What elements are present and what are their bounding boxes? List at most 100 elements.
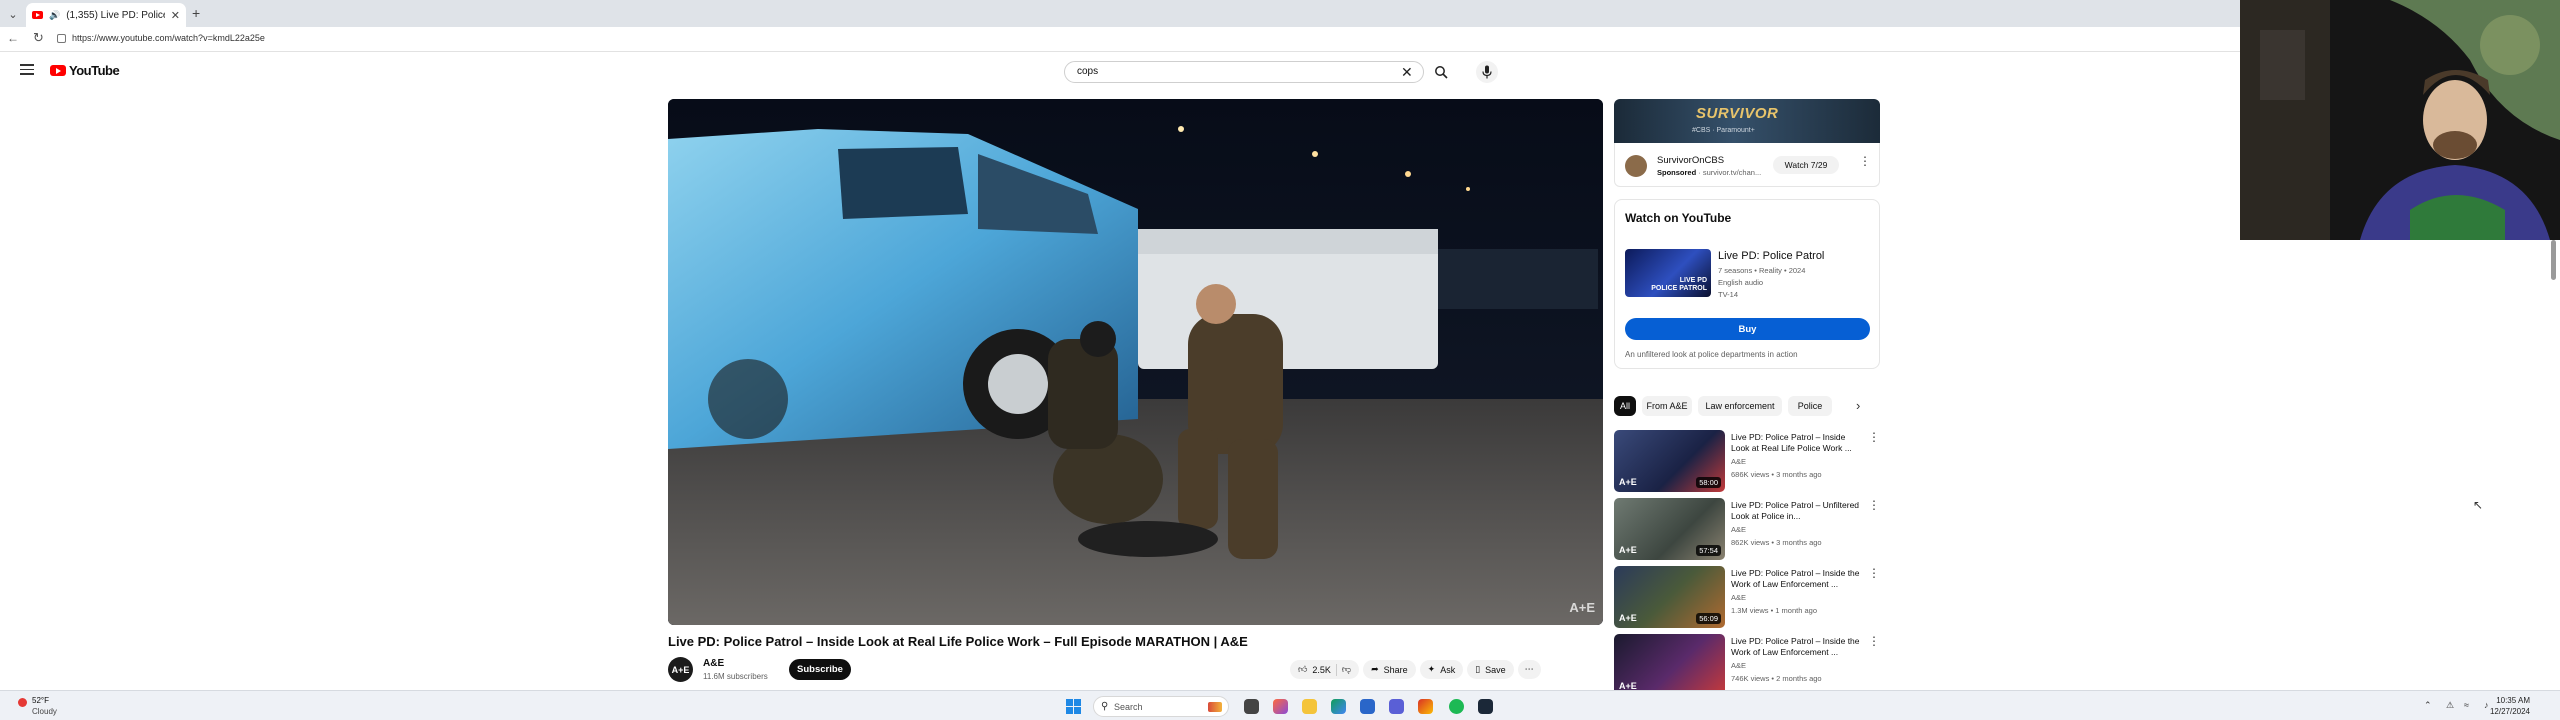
recommendation-thumbnail[interactable]: A+E 58:00 [1614,430,1725,492]
recommendation-thumbnail[interactable]: A+E [1614,634,1725,696]
chip-police[interactable]: Police [1788,396,1832,416]
task-view-icon[interactable] [1244,699,1259,714]
voice-search-button[interactable] [1476,61,1498,83]
widgets-app-icon[interactable] [1273,699,1288,714]
ad-channel-name[interactable]: SurvivorOnCBS [1657,155,1724,166]
new-tab-plus-icon[interactable]: + [192,5,200,21]
search-button[interactable] [1430,63,1452,81]
speaker-icon[interactable]: 🔊 [49,10,60,21]
share-button[interactable]: ➦ Share [1363,660,1416,679]
steam-app-icon[interactable] [1478,699,1493,714]
recommendation-title[interactable]: Live PD: Police Patrol – Inside the Work… [1731,636,1863,658]
recommendation-item[interactable]: A+E 58:00 Live PD: Police Patrol – Insid… [1614,430,1880,496]
search-input[interactable]: cops ✕ [1064,61,1424,83]
recommendation-meta: 686K views • 3 months ago [1731,470,1822,479]
tray-overflow-icon[interactable]: ⌃ [2424,700,2432,711]
mail-app-icon[interactable] [1360,699,1375,714]
ad-watch-button[interactable]: Watch 7/29 [1773,156,1839,174]
share-label: Share [1383,664,1408,675]
tab-title: (1,355) Live PD: Police Patrol - [66,9,165,21]
recommendation-thumbnail[interactable]: A+E 56:09 [1614,566,1725,628]
watch-on-youtube-heading: Watch on YouTube [1625,211,1732,225]
search-query[interactable]: cops [1077,66,1098,77]
video-duration: 58:00 [1696,477,1721,488]
ad-more-vertical-icon[interactable]: ⋮ [1859,154,1871,168]
url-field[interactable]: https://www.youtube.com/watch?v=kmdL22a2… [72,33,265,43]
recommendation-meta: 862K views • 3 months ago [1731,538,1822,547]
channel-avatar[interactable]: A+E [668,657,693,682]
taskbar-search-box[interactable]: ⚲ Search [1093,696,1229,717]
recommendation-channel[interactable]: A&E [1731,593,1746,602]
weather-alert-icon [18,698,27,707]
back-arrow-icon[interactable]: ← [7,31,19,45]
youtube-logo[interactable]: YouTube [50,63,120,78]
close-tab-icon[interactable]: ✕ [171,9,180,22]
clear-search-icon[interactable]: ✕ [1401,64,1413,81]
ad-meta: Sponsored · survivor.tv/chan... [1657,168,1762,177]
chip-law-enforcement[interactable]: Law enforcement [1698,396,1782,416]
youtube-play-logo-icon [50,65,66,76]
more-actions-button[interactable]: ⋯ [1517,660,1541,679]
recommendation-title[interactable]: Live PD: Police Patrol – Inside Look at … [1731,432,1863,454]
tab-search-chevron-icon[interactable]: ⌄ [4,5,22,23]
recommendation-item[interactable]: A+E 56:09 Live PD: Police Patrol – Insid… [1614,566,1880,632]
more-vertical-icon[interactable]: ⋮ [1868,498,1880,512]
spotify-app-icon[interactable] [1449,699,1464,714]
ask-label: Ask [1440,664,1456,675]
teams-app-icon[interactable] [1389,699,1404,714]
ad-banner-subtext: #CBS · Paramount+ [1692,127,1755,134]
sparkle-icon: ✦ [1427,664,1436,674]
subscribe-button[interactable]: Subscribe [789,659,851,680]
taskbar-search-icon: ⚲ [1101,701,1109,712]
ad-banner[interactable]: SURVIVOR #CBS · Paramount+ [1614,99,1880,143]
file-explorer-icon[interactable] [1302,699,1317,714]
browser-tab-bar: ⌄ 🔊 (1,355) Live PD: Police Patrol - ✕ + [0,0,2560,27]
bookmark-icon: ▯ [1475,664,1481,674]
share-icon: ➦ [1371,664,1379,674]
hamburger-menu-icon[interactable] [20,64,34,75]
video-player[interactable]: A+E [668,99,1603,625]
wifi-icon[interactable]: ≈ [2464,700,2469,710]
channel-name[interactable]: A&E [703,658,724,669]
recommendation-meta: 1.3M views • 1 month ago [1731,606,1818,615]
ask-button[interactable]: ✦ Ask [1419,660,1464,679]
more-vertical-icon[interactable]: ⋮ [1868,634,1880,648]
youtube-wordmark: YouTube [69,63,120,78]
recommendation-title[interactable]: Live PD: Police Patrol – Unfiltered Look… [1731,500,1863,522]
clock-date: 12/27/2024 [2489,707,2530,716]
chrome-browser-icon[interactable] [1418,699,1433,714]
ad-channel-avatar[interactable] [1625,155,1647,177]
chip-all[interactable]: All [1614,396,1636,416]
recommendation-thumbnail[interactable]: A+E 57:54 [1614,498,1725,560]
reload-icon[interactable]: ↻ [33,30,44,46]
show-thumbnail[interactable]: LIVE PD POLICE PATROL [1625,249,1711,297]
browser-tab-active[interactable]: 🔊 (1,355) Live PD: Police Patrol - ✕ [26,3,186,27]
save-button[interactable]: ▯ Save [1467,660,1514,679]
dislike-button[interactable]: 👎︎ [1342,664,1351,675]
site-info-icon[interactable] [57,34,66,43]
clock-time: 10:35 AM [2496,696,2530,705]
buy-button[interactable]: Buy [1625,318,1870,340]
ad-sponsored-label: Sponsored [1657,168,1697,177]
edge-browser-icon[interactable] [1331,699,1346,714]
recommendation-channel[interactable]: A&E [1731,457,1746,466]
like-button[interactable]: 👍︎ [1298,664,1307,675]
recommendation-channel[interactable]: A&E [1731,525,1746,534]
search-highlight-icon [1208,702,1222,712]
show-title[interactable]: Live PD: Police Patrol [1718,250,1824,262]
video-duration: 57:54 [1696,545,1721,556]
taskbar-clock[interactable]: 10:35 AM 12/27/2024 [2478,695,2530,717]
chevron-right-icon[interactable]: › [1856,398,1860,413]
recommendation-item[interactable]: A+E 57:54 Live PD: Police Patrol – Unfil… [1614,498,1880,564]
page-scrollbar[interactable] [2551,240,2556,280]
more-vertical-icon[interactable]: ⋮ [1868,566,1880,580]
recommendation-title[interactable]: Live PD: Police Patrol – Inside the Work… [1731,568,1863,590]
windows-start-icon[interactable] [1066,699,1081,714]
video-title: Live PD: Police Patrol – Inside Look at … [668,634,1248,649]
more-vertical-icon[interactable]: ⋮ [1868,430,1880,444]
notification-bell-icon[interactable]: ⚠ [2446,700,2454,711]
chip-from-ae[interactable]: From A&E [1642,396,1692,416]
taskbar-search-placeholder: Search [1114,701,1143,712]
recommendation-channel[interactable]: A&E [1731,661,1746,670]
watch-on-youtube-card: Watch on YouTube LIVE PD POLICE PATROL L… [1614,199,1880,369]
